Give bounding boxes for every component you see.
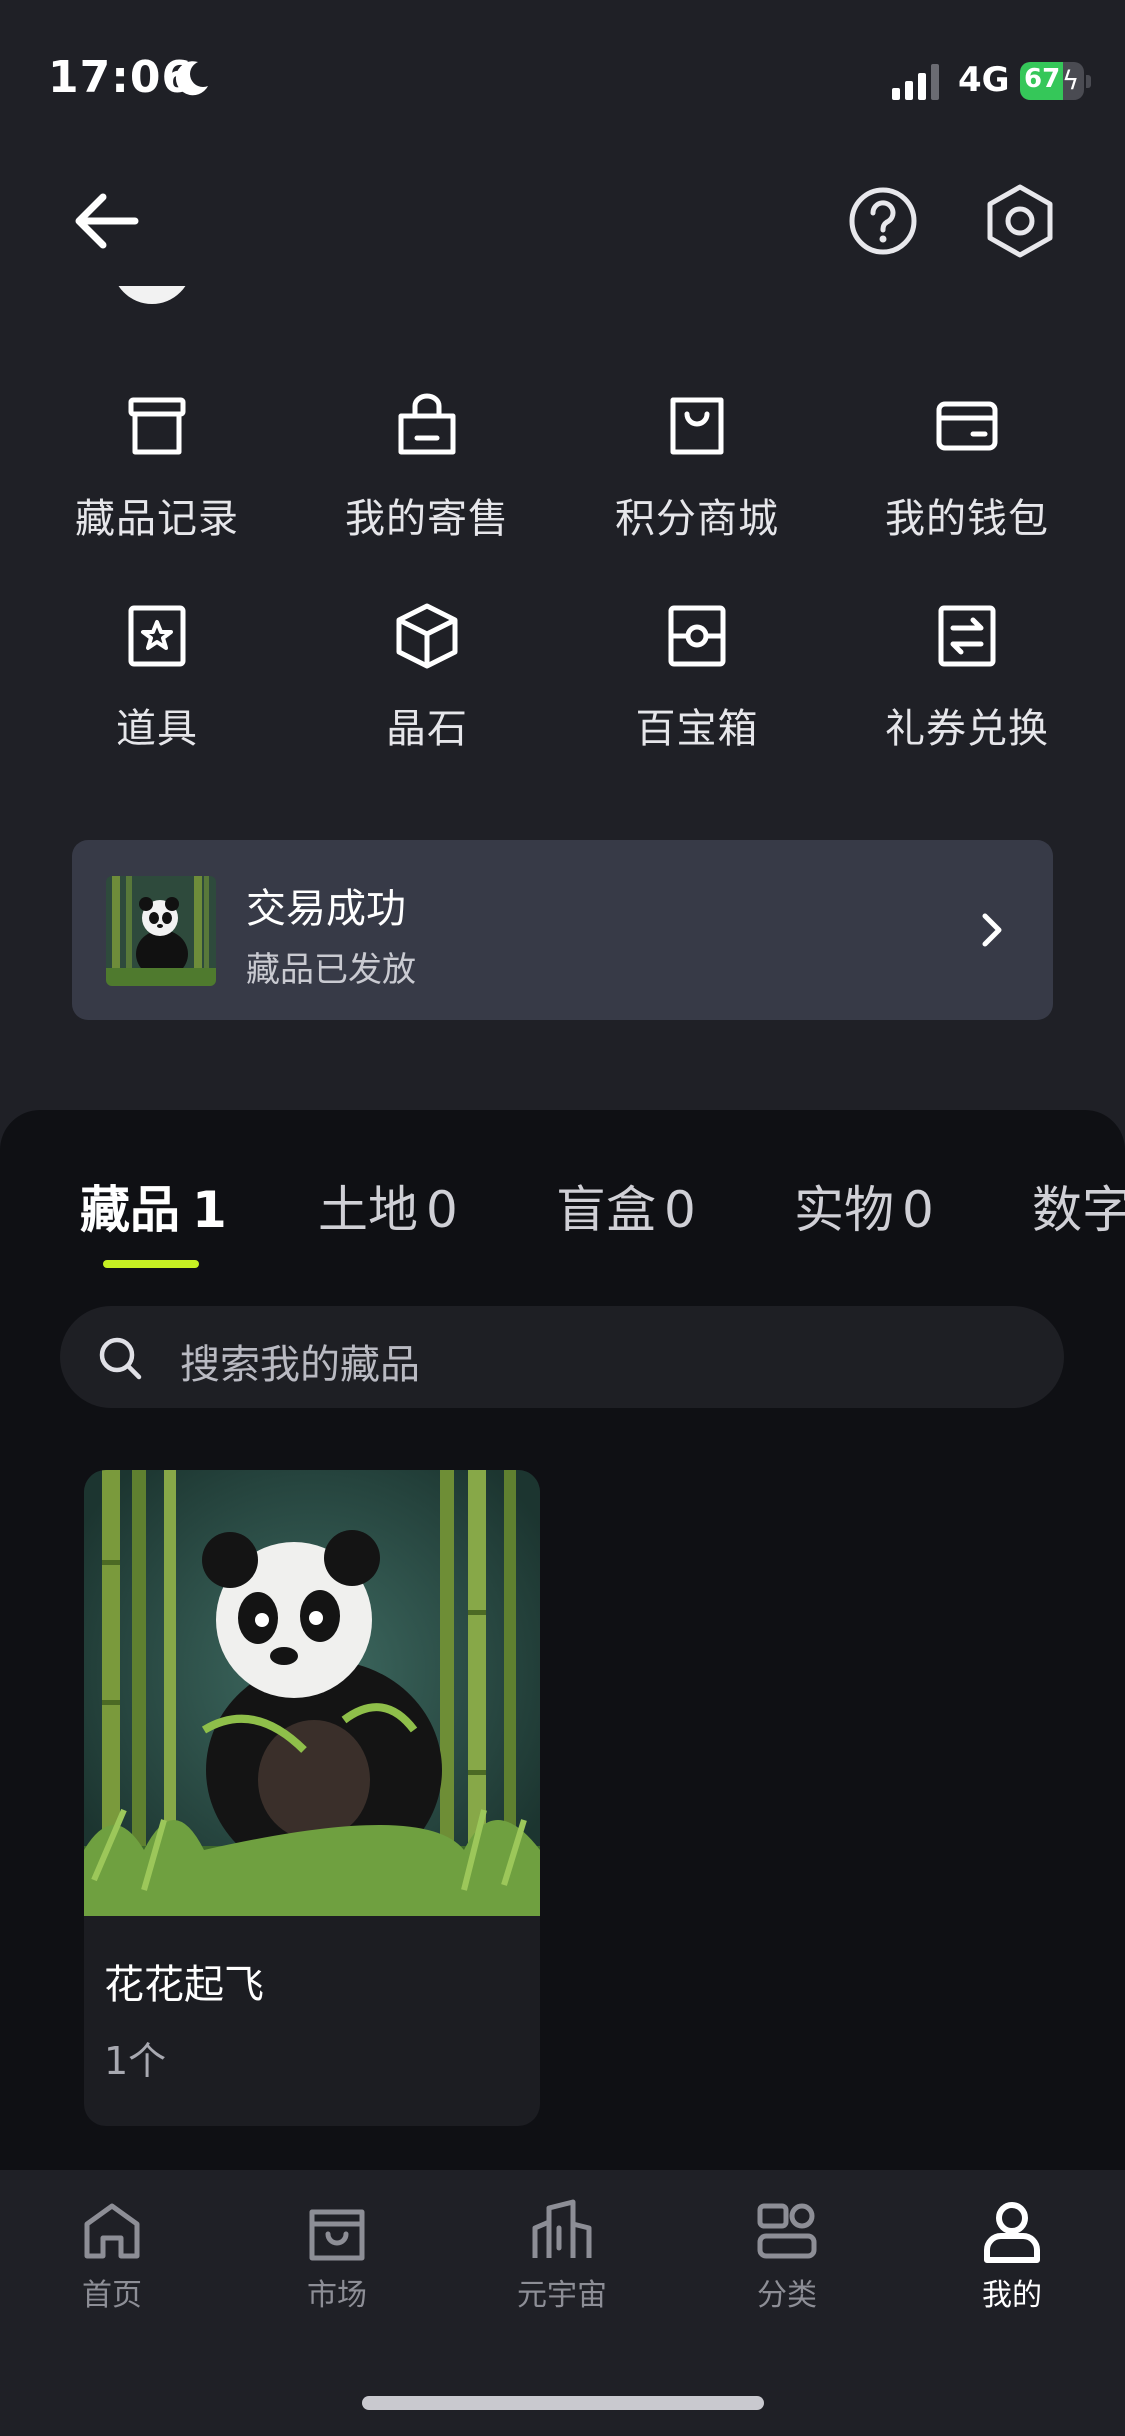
market-bag-icon <box>309 2209 365 2261</box>
tab-label: 藏品 <box>80 1181 180 1239</box>
notice-subtitle: 藏品已发放 <box>246 950 416 990</box>
nav-metaverse[interactable]: 元宇宙 <box>482 2198 642 2314</box>
store-bag-icon <box>670 397 724 455</box>
search-icon <box>99 1337 142 1380</box>
active-tab-indicator <box>103 1260 199 1268</box>
shopping-bag-icon <box>398 393 456 455</box>
nav-category[interactable]: 分类 <box>707 2198 867 2314</box>
nav-label: 市场 <box>307 2278 367 2313</box>
transaction-notice[interactable]: 交易成功 藏品已发放 <box>72 840 1053 1020</box>
chevron-right-icon <box>982 913 1002 947</box>
search-bar[interactable]: 搜索我的藏品 <box>60 1306 1064 1408</box>
collection-name: 花花起飞 <box>104 1962 264 2008</box>
help-icon <box>849 187 917 255</box>
tab-blind-box[interactable]: 盲盒 0 <box>556 1170 696 1242</box>
settings-button[interactable] <box>975 176 1065 266</box>
nav-label: 分类 <box>757 2278 817 2313</box>
menu-item-treasure-box[interactable]: 百宝箱 <box>562 590 832 760</box>
back-button[interactable] <box>62 176 152 266</box>
collection-card[interactable]: 花花起飞 1个 <box>84 1470 540 2126</box>
menu-item-my-consignment[interactable]: 我的寄售 <box>292 380 562 550</box>
tab-label: 数字 <box>1032 1181 1125 1239</box>
tab-digital[interactable]: 数字 <box>1032 1170 1125 1242</box>
menu-item-collection-records[interactable]: 藏品记录 <box>22 380 292 550</box>
notice-thumbnail <box>106 876 216 986</box>
menu-item-coupon-exchange[interactable]: 礼券兑换 <box>832 590 1102 760</box>
tab-count: 1 <box>192 1181 227 1239</box>
settings-icon <box>987 184 1053 258</box>
menu-item-label: 礼券兑换 <box>885 706 1049 752</box>
panda-artwork-image <box>84 1470 540 1916</box>
exchange-icon <box>938 605 996 667</box>
arrow-left-icon <box>75 193 139 249</box>
menu-item-label: 藏品记录 <box>75 496 239 542</box>
tab-count: 0 <box>426 1181 458 1239</box>
nav-market[interactable]: 市场 <box>257 2198 417 2314</box>
battery-percent: 67 <box>1024 64 1061 94</box>
collection-panel: 藏品 1 土地 0 盲盒 0 实物 0 数字 搜索我的藏品 花花起飞 1个 <box>0 1110 1125 2170</box>
avatar[interactable] <box>112 286 192 306</box>
signal-icon <box>892 64 939 100</box>
treasure-box-icon <box>668 605 726 667</box>
tab-count: 0 <box>902 1181 934 1239</box>
search-input[interactable]: 搜索我的藏品 <box>180 1332 420 1390</box>
network-type: 4G <box>958 60 1010 100</box>
tab-label: 土地 <box>318 1181 418 1239</box>
menu-item-points-mall[interactable]: 积分商城 <box>562 380 832 550</box>
menu-item-label: 晶石 <box>386 706 468 752</box>
menu-item-label: 积分商城 <box>615 496 779 542</box>
home-indicator <box>362 2396 764 2410</box>
menu-item-my-wallet[interactable]: 我的钱包 <box>832 380 1102 550</box>
menu-item-props[interactable]: 道具 <box>22 590 292 760</box>
moon-icon <box>175 61 208 96</box>
home-icon <box>84 2203 140 2259</box>
category-icon <box>757 2203 817 2259</box>
menu-item-label: 百宝箱 <box>635 706 759 752</box>
tab-land[interactable]: 土地 0 <box>318 1170 458 1242</box>
menu-item-label: 道具 <box>116 706 198 752</box>
tab-label: 实物 <box>794 1181 894 1239</box>
nav-home[interactable]: 首页 <box>32 2198 192 2314</box>
function-grid: 藏品记录 我的寄售 积分商城 我的钱包 道具 晶石 百宝箱 礼券兑换 <box>22 380 1102 760</box>
notice-title: 交易成功 <box>246 886 406 932</box>
menu-item-label: 我的寄售 <box>345 496 509 542</box>
tab-collections[interactable]: 藏品 1 <box>80 1170 227 1242</box>
nav-mine[interactable]: 我的 <box>932 2198 1092 2314</box>
buildings-icon <box>532 2199 592 2258</box>
tab-label: 盲盒 <box>556 1181 656 1239</box>
nav-label: 元宇宙 <box>517 2278 607 2313</box>
cube-icon <box>396 603 458 669</box>
status-bar: 17:06 4G 67 ϟ <box>0 0 1125 170</box>
menu-item-crystals[interactable]: 晶石 <box>292 590 562 760</box>
help-button[interactable] <box>838 176 928 266</box>
wallet-icon <box>936 401 998 451</box>
menu-item-label: 我的钱包 <box>885 496 1049 542</box>
user-icon <box>984 2202 1040 2263</box>
nav-label: 我的 <box>982 2278 1042 2313</box>
collection-count: 1个 <box>104 2039 167 2083</box>
nav-label: 首页 <box>82 2278 142 2313</box>
battery-icon: 67 ϟ <box>1020 62 1091 100</box>
tab-count: 0 <box>664 1181 696 1239</box>
archive-box-icon <box>128 397 186 455</box>
star-badge-icon <box>128 605 186 667</box>
tab-physical[interactable]: 实物 0 <box>794 1170 934 1242</box>
